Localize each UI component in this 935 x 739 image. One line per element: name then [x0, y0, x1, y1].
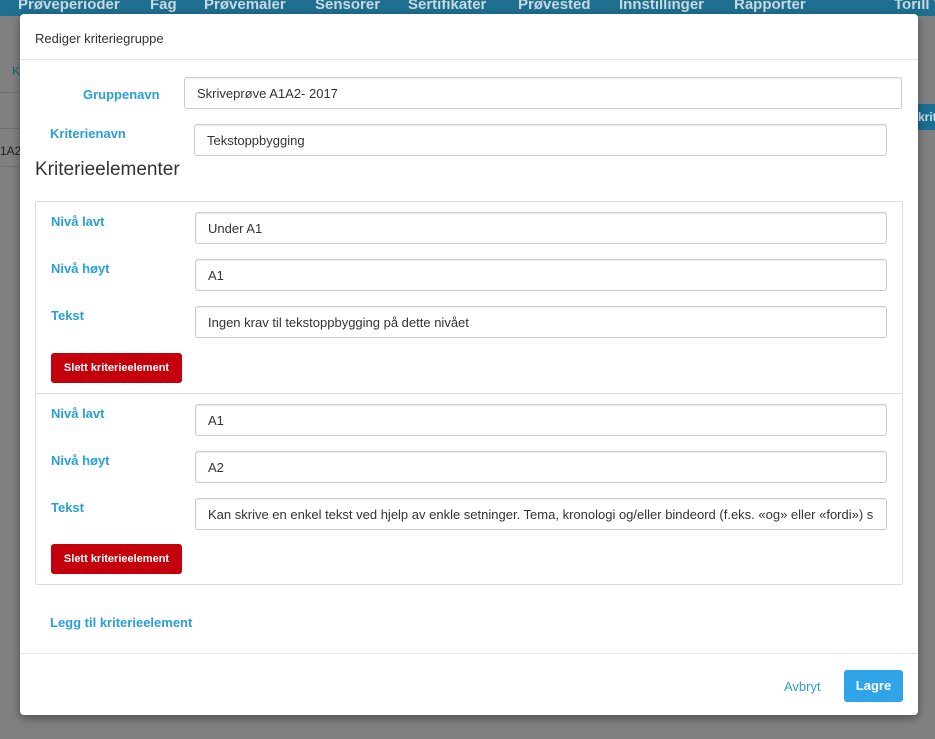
delete-criteria-element-button[interactable]: Slett kriterieelement — [51, 544, 182, 574]
edit-criteria-group-dialog: Rediger kriteriegruppe Gruppenavn Kriter… — [20, 14, 918, 715]
text-label: Tekst — [51, 500, 84, 515]
element-divider — [36, 393, 902, 394]
bg-add-button: krite — [916, 104, 935, 130]
dialog-footer: Avbryt Lagre — [20, 653, 918, 715]
low-level-input[interactable] — [195, 404, 887, 436]
group-name-label: Gruppenavn — [83, 87, 160, 102]
bg-nav-item: Sertifikater — [408, 0, 487, 13]
low-level-label: Nivå lavt — [51, 406, 105, 421]
low-level-input[interactable] — [195, 212, 887, 244]
high-level-label: Nivå høyt — [51, 453, 110, 468]
bg-nav-item: Innstillinger — [619, 0, 705, 13]
dialog-header: Rediger kriteriegruppe — [20, 14, 918, 60]
high-level-label: Nivå høyt — [51, 261, 110, 276]
bg-divider — [0, 166, 20, 167]
bg-divider — [0, 92, 20, 93]
bg-fragment: K — [12, 64, 21, 78]
bg-nav-item: Torill V — [894, 0, 935, 13]
delete-criteria-element-button[interactable]: Slett kriterieelement — [51, 353, 182, 383]
criterion-name-label: Kriterienavn — [50, 126, 126, 141]
save-button[interactable]: Lagre — [844, 670, 903, 702]
text-input[interactable] — [195, 498, 887, 530]
bg-nav-item: Fag — [150, 0, 177, 13]
bg-divider — [0, 128, 20, 129]
group-name-input[interactable] — [184, 77, 902, 109]
criteria-elements-heading: Kriterieelementer — [35, 159, 180, 180]
text-input[interactable] — [195, 306, 887, 338]
dialog-title: Rediger kriteriegruppe — [35, 31, 164, 46]
bg-nav-item: Prøvemaler — [204, 0, 286, 13]
low-level-label: Nivå lavt — [51, 214, 105, 229]
text-label: Tekst — [51, 308, 84, 323]
high-level-input[interactable] — [195, 451, 887, 483]
high-level-input[interactable] — [195, 259, 887, 291]
bg-nav-item: Prøvested — [518, 0, 591, 13]
bg-fragment: 1A2 — [0, 144, 22, 158]
criterion-name-input[interactable] — [194, 124, 887, 156]
criteria-elements-panel: Nivå lavt Nivå høyt Tekst Slett kriterie… — [35, 201, 903, 585]
add-criteria-element-link[interactable]: Legg til kriterieelement — [50, 615, 192, 630]
bg-nav-item: Sensorer — [315, 0, 381, 13]
cancel-button[interactable]: Avbryt — [784, 679, 821, 694]
bg-nav-item: Prøveperioder — [18, 0, 120, 13]
bg-nav-item: Rapporter — [734, 0, 806, 13]
